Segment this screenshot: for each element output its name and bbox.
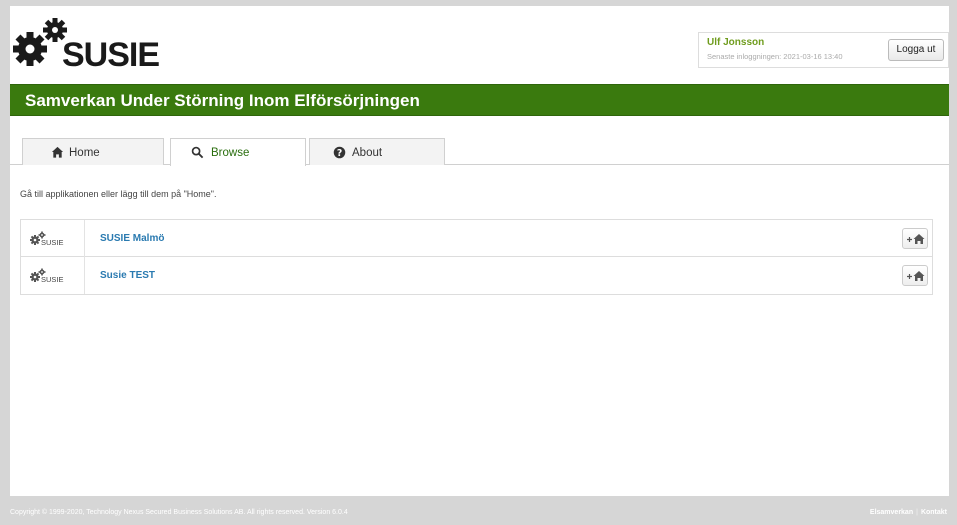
app-logo-text: SUSIE [41, 238, 64, 247]
logout-button[interactable]: Logga ut [888, 39, 944, 61]
gears-icon [13, 18, 67, 66]
title-banner: Samverkan Under Störning Inom Elförsörjn… [10, 84, 949, 116]
user-name: Ulf Jonsson [707, 37, 765, 48]
last-login-text: Senaste inloggningen: 2021-03-16 13:40 [707, 52, 843, 61]
copyright-text: Copyright © 1999-2020, Technology Nexus … [10, 509, 348, 516]
tab-browse-label: Browse [211, 147, 250, 159]
tab-home-label: Home [69, 147, 100, 159]
info-icon: ? [333, 146, 346, 159]
app-link-susie-test[interactable]: Susie TEST [100, 270, 155, 281]
add-to-home-button[interactable] [902, 228, 928, 249]
footer-link-kontakt[interactable]: Kontakt [921, 509, 947, 516]
app-logo-cell: SUSIE [21, 257, 85, 294]
home-icon [51, 146, 64, 158]
susie-app-icon: SUSIE [30, 231, 64, 247]
susie-app-icon: SUSIE [30, 268, 64, 284]
user-info-box: Ulf Jonsson Senaste inloggningen: 2021-0… [698, 32, 949, 68]
footer: Copyright © 1999-2020, Technology Nexus … [0, 496, 957, 525]
tab-bar: Home Browse ? About [10, 116, 949, 166]
page: SUSIE Ulf Jonsson Senaste inloggningen: … [10, 6, 949, 496]
logo-text: SUSIE [62, 36, 160, 74]
list-item: SUSIE SUSIE Malmö [20, 219, 933, 257]
tab-home[interactable]: Home [22, 138, 164, 165]
application-list: SUSIE SUSIE Malmö SUSIE Susie TEST [20, 219, 933, 295]
list-item: SUSIE Susie TEST [20, 257, 933, 295]
tab-browse[interactable]: Browse [170, 138, 306, 166]
footer-separator: | [916, 509, 918, 516]
app-logo-text: SUSIE [41, 275, 64, 284]
add-home-icon [907, 271, 925, 281]
add-home-icon [907, 234, 925, 244]
banner-title: Samverkan Under Störning Inom Elförsörjn… [25, 91, 420, 110]
svg-text:?: ? [337, 148, 342, 159]
search-icon [191, 146, 204, 159]
add-to-home-button[interactable] [902, 265, 928, 286]
tab-about-label: About [352, 147, 383, 159]
app-link-susie-malmo[interactable]: SUSIE Malmö [100, 233, 164, 244]
app-logo-cell: SUSIE [21, 220, 85, 257]
footer-link-elsamverkan[interactable]: Elsamverkan [870, 509, 913, 516]
susie-logo: SUSIE [10, 16, 170, 82]
tab-about[interactable]: ? About [309, 138, 445, 165]
instruction-text: Gå till applikationen eller lägg till de… [20, 189, 217, 199]
footer-links: Elsamverkan | Kontakt [870, 509, 947, 516]
header: SUSIE Ulf Jonsson Senaste inloggningen: … [10, 6, 949, 84]
